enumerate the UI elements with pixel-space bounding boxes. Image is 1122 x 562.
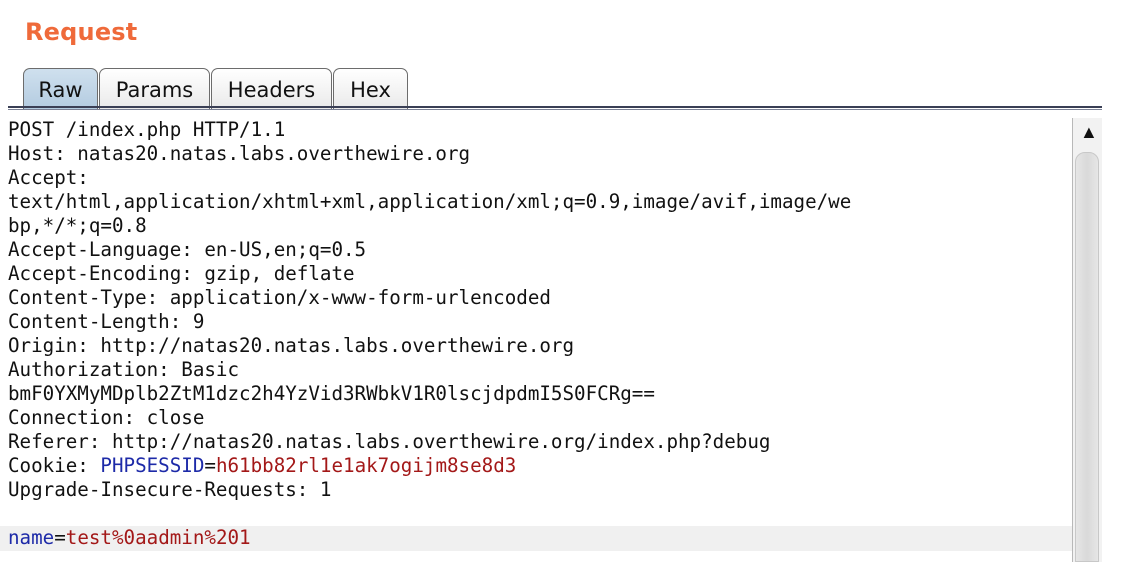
cookie-equals: = xyxy=(204,454,216,477)
header-line-content-length: Content-Length: 9 xyxy=(8,310,205,333)
header-line-accept-encoding: Accept-Encoding: gzip, deflate xyxy=(8,262,355,285)
header-line-authorization: Authorization: Basic xyxy=(8,358,240,381)
header-line-accept: Accept: xyxy=(8,166,89,189)
header-line-referer: Referer: http://natas20.natas.labs.overt… xyxy=(8,430,771,453)
body-line: name=test%0aadmin%201 xyxy=(8,526,251,550)
scroll-up-arrow-icon[interactable]: ▲ xyxy=(1080,122,1098,143)
header-line-accept-value: text/html,application/xhtml+xml,applicat… xyxy=(8,190,852,213)
tab-underline xyxy=(8,106,1102,110)
tab-raw[interactable]: Raw xyxy=(23,68,98,110)
header-line-cookie: Cookie: PHPSESSID=h61bb82rl1e1ak7ogijm8s… xyxy=(8,454,516,478)
body-param-name: name xyxy=(8,526,55,549)
right-gutter xyxy=(1102,0,1122,562)
panel-title: Request xyxy=(25,18,138,46)
header-line-upgrade-insecure: Upgrade-Insecure-Requests: 1 xyxy=(8,478,332,501)
scrollbar-thumb[interactable] xyxy=(1075,152,1099,562)
cookie-prefix: Cookie: xyxy=(8,454,101,477)
body-param-equals: = xyxy=(54,526,66,549)
header-line-host: Host: natas20.natas.labs.overthewire.org xyxy=(8,142,471,165)
header-line-origin: Origin: http://natas20.natas.labs.overth… xyxy=(8,334,575,357)
tab-params[interactable]: Params xyxy=(99,68,210,110)
vertical-scrollbar[interactable]: ▲ xyxy=(1072,118,1102,562)
request-line: POST /index.php HTTP/1.1 xyxy=(8,118,286,141)
header-line-accept-language: Accept-Language: en-US,en;q=0.5 xyxy=(8,238,367,261)
header-line-accept-value-cont: bp,*/*;q=0.8 xyxy=(8,214,147,237)
tab-headers[interactable]: Headers xyxy=(211,68,332,110)
tab-hex[interactable]: Hex xyxy=(333,68,408,110)
tab-bar: Raw Params Headers Hex xyxy=(23,66,409,110)
header-line-connection: Connection: close xyxy=(8,406,205,429)
header-line-authorization-value: bmF0YXMyMDplb2ZtM1dzc2h4YzVid3RWbkV1R0ls… xyxy=(8,382,655,405)
header-line-content-type: Content-Type: application/x-www-form-url… xyxy=(8,286,551,309)
cookie-name: PHPSESSID xyxy=(100,454,205,477)
cookie-value: h61bb82rl1e1ak7ogijm8se8d3 xyxy=(215,454,517,477)
request-editor[interactable]: POST /index.php HTTP/1.1 Host: natas20.n… xyxy=(0,118,1072,562)
body-param-value: test%0aadmin%201 xyxy=(65,526,251,549)
